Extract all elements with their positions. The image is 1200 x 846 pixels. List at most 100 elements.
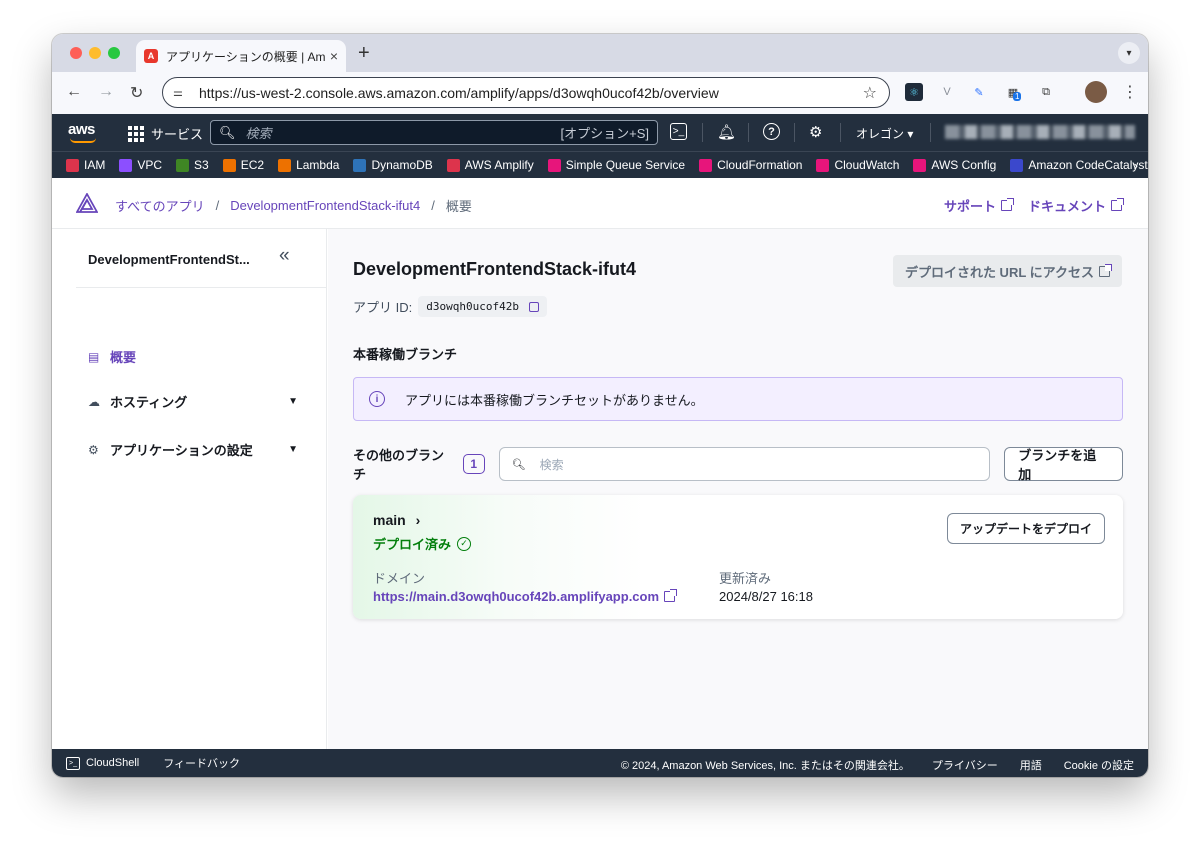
extensions-puzzle-icon[interactable]: ⧉ — [1037, 83, 1055, 101]
account-menu-redacted[interactable] — [945, 125, 1135, 139]
external-link-icon — [664, 589, 678, 602]
app-id-chip: d3owqh0ucof42b — [418, 296, 547, 317]
deploy-update-button[interactable]: アップデートをデプロイ — [946, 513, 1105, 544]
favorite-label: AWS Amplify — [464, 158, 534, 172]
external-link-icon — [1000, 198, 1014, 211]
branch-card: main › デプロイ済み ✓ アップデートをデプロイ ドメイン https:/… — [353, 495, 1123, 619]
favorite-item[interactable]: Lambda — [278, 158, 339, 172]
extension-badge: 1 — [1013, 92, 1022, 101]
favorite-item[interactable]: S3 — [176, 158, 209, 172]
profile-avatar[interactable] — [1085, 81, 1107, 103]
favorite-item[interactable]: EC2 — [222, 158, 264, 172]
bookmark-star-icon[interactable]: ☆ — [863, 83, 877, 103]
cloudshell-footer-link[interactable]: >_ CloudShell — [66, 756, 139, 770]
new-tab-button[interactable]: + — [358, 42, 370, 65]
favorite-item[interactable]: VPC — [119, 158, 162, 172]
visit-button-label: デプロイされた URL にアクセス — [904, 264, 1094, 280]
sidebar-item-overview[interactable]: ▤ 概要 — [88, 347, 298, 366]
sidebar: DevelopmentFrontendSt... « ▤ 概要 ☁︎ ホスティン… — [52, 229, 327, 749]
tool-extension-icon[interactable]: ✎ — [970, 83, 988, 101]
minimize-window-button[interactable] — [89, 47, 101, 59]
calendar-extension-icon[interactable]: ▦1 — [1004, 83, 1022, 101]
forward-arrow-icon[interactable]: → — [98, 83, 114, 101]
favorite-item[interactable]: IAM — [66, 158, 105, 172]
service-icon — [119, 158, 133, 172]
favorite-item[interactable]: Simple Queue Service — [547, 158, 686, 172]
sidebar-item-label: 概要 — [110, 350, 137, 365]
branch-name: main — [373, 512, 406, 528]
branch-name-link[interactable]: main › — [373, 512, 420, 528]
url-text[interactable]: https://us-west-2.console.aws.amazon.com… — [199, 85, 719, 101]
copy-icon[interactable] — [528, 301, 539, 312]
docs-link[interactable]: ドキュメント — [1027, 196, 1124, 215]
close-window-button[interactable] — [70, 47, 82, 59]
search-placeholder: 検索 — [245, 126, 272, 141]
header-links: サポート ドキュメント — [928, 196, 1124, 215]
terms-link[interactable]: 用語 — [1020, 757, 1042, 773]
region-selector[interactable]: オレゴン ▾ — [856, 125, 913, 142]
visit-deployed-url-button[interactable]: デプロイされた URL にアクセス — [892, 255, 1122, 287]
aws-logo[interactable]: aws — [68, 121, 95, 138]
branch-search-placeholder: 検索 — [539, 457, 564, 472]
sidebar-item-hosting[interactable]: ☁︎ ホスティング ▼ — [88, 392, 298, 411]
tab-search-chevron-icon[interactable]: ▾ — [1118, 42, 1140, 64]
browser-tab[interactable]: A アプリケーションの概要 | Amplify × — [136, 40, 346, 72]
chevron-right-icon: › — [415, 512, 421, 528]
collapse-sidebar-icon[interactable]: « — [279, 245, 290, 267]
breadcrumb-app[interactable]: DevelopmentFrontendStack-ifut4 — [230, 198, 420, 213]
domain-url: https://main.d3owqh0ucof42b.amplifyapp.c… — [373, 589, 660, 604]
tab-close-icon[interactable]: × — [330, 48, 338, 64]
sidebar-item-app-settings[interactable]: ⚙ アプリケーションの設定 ▼ — [88, 440, 298, 459]
favorite-item[interactable]: CloudFormation — [699, 158, 802, 172]
favorite-item[interactable]: Amazon CodeCatalyst — [1010, 158, 1148, 172]
support-link[interactable]: サポート — [944, 196, 1014, 215]
favorite-label: S3 — [194, 158, 209, 172]
caret-down-icon: ▼ — [288, 444, 298, 455]
breadcrumb-separator: / — [431, 198, 435, 213]
add-branch-button[interactable]: ブランチを追加 — [1004, 447, 1123, 482]
favorite-label: Simple Queue Service — [565, 158, 686, 172]
browser-menu-icon[interactable]: ⋮ — [1122, 82, 1138, 102]
back-arrow-icon[interactable]: ← — [66, 83, 82, 101]
help-icon[interactable]: ? — [763, 123, 780, 140]
amplify-favicon-icon: A — [144, 49, 158, 63]
app-id-row: アプリ ID: d3owqh0ucof42b — [353, 296, 547, 317]
docs-link-label: ドキュメント — [1027, 199, 1106, 214]
notifications-bell-icon[interactable]: 🔔︎ — [717, 123, 736, 141]
favorite-item[interactable]: AWS Amplify — [446, 158, 534, 172]
favorite-item[interactable]: CloudWatch — [816, 158, 899, 172]
feedback-link[interactable]: フィードバック — [163, 755, 240, 771]
aws-search-input[interactable]: 🔍︎ 検索 [オプション+S] — [210, 120, 658, 145]
footer-right: © 2024, Amazon Web Services, Inc. またはその関… — [599, 757, 1134, 773]
address-bar[interactable]: ⚌ https://us-west-2.console.aws.amazon.c… — [162, 77, 890, 108]
cookie-settings-link[interactable]: Cookie の設定 — [1064, 757, 1134, 773]
favorite-item[interactable]: DynamoDB — [353, 158, 433, 172]
reload-icon[interactable]: ↻ — [130, 83, 143, 103]
breadcrumb-separator: / — [215, 198, 220, 213]
amplify-logo-icon[interactable] — [76, 193, 98, 213]
react-devtools-icon[interactable]: ⚛ — [905, 83, 923, 101]
search-shortcut: [オプション+S] — [560, 126, 650, 141]
favorite-label: Amazon CodeCatalyst — [1028, 158, 1148, 172]
sidebar-title: DevelopmentFrontendSt... — [88, 252, 250, 267]
favorite-item[interactable]: AWS Config — [913, 158, 996, 172]
domain-link[interactable]: https://main.d3owqh0ucof42b.amplifyapp.c… — [373, 589, 678, 604]
service-icon — [222, 158, 236, 172]
favorites-more-chevron-icon[interactable]: › — [1134, 158, 1138, 173]
cloudshell-icon[interactable]: >_ — [670, 123, 687, 140]
maximize-window-button[interactable] — [108, 47, 120, 59]
search-icon: 🔍︎ — [511, 458, 526, 471]
branch-search-input[interactable]: 🔍︎ 検索 — [498, 447, 991, 481]
settings-gear-icon[interactable]: ⚙ — [809, 123, 822, 141]
site-settings-icon[interactable]: ⚌ — [173, 86, 191, 100]
production-branch-heading: 本番稼働ブランチ — [353, 347, 458, 362]
privacy-link[interactable]: プライバシー — [932, 757, 998, 773]
check-circle-icon: ✓ — [457, 536, 472, 551]
breadcrumb-all-apps[interactable]: すべてのアプリ — [115, 196, 205, 215]
favorite-label: DynamoDB — [371, 158, 433, 172]
info-alert: i アプリには本番稼働ブランチセットがありません。 — [353, 377, 1123, 421]
vue-devtools-icon[interactable]: V — [938, 83, 956, 101]
services-menu-button[interactable]: サービス — [128, 124, 203, 143]
nav-divider — [794, 123, 795, 142]
service-icon — [66, 158, 79, 172]
